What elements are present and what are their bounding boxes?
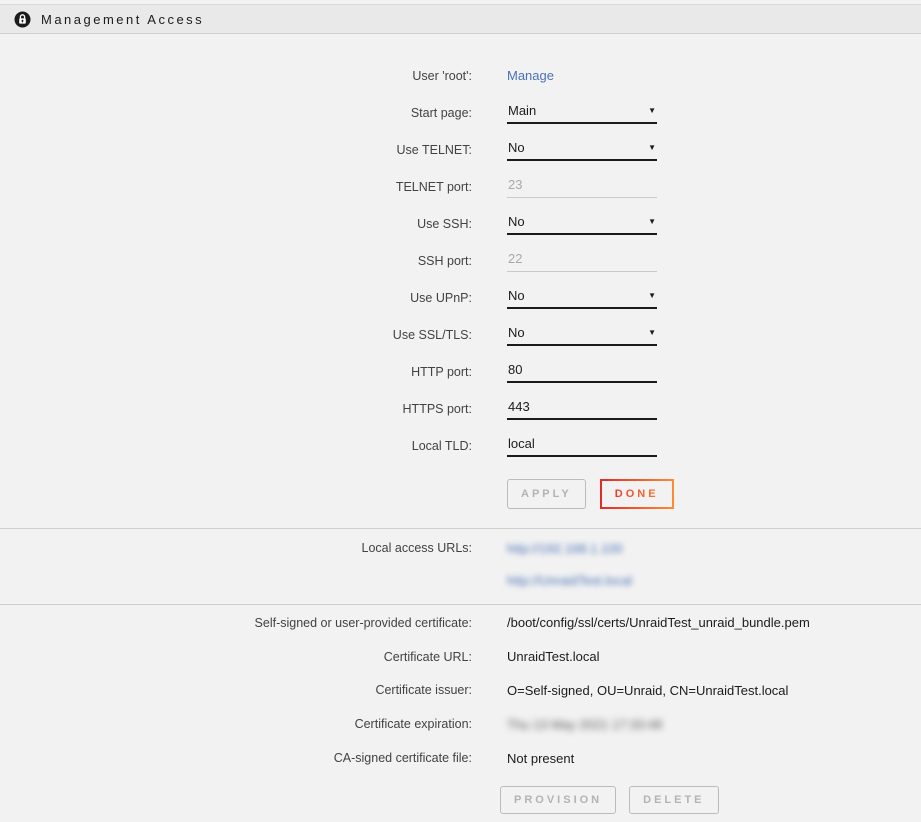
form-row-ssh-port: SSH port: [0, 242, 921, 279]
chevron-down-icon: ▼ [648, 218, 656, 226]
certificate-section: Self-signed or user-provided certificate… [0, 605, 921, 814]
form-row-start-page: Start page: Main ▼ [0, 94, 921, 131]
http-port-input[interactable] [507, 360, 657, 383]
cert-bundle-value: /boot/config/ssl/certs/UnraidTest_unraid… [472, 615, 921, 630]
use-ssh-label: Use SSH: [0, 217, 472, 231]
cert-expiration-value: Thu 13 May 2021 17:33:48 [507, 717, 662, 732]
use-ssh-value: No [508, 214, 525, 229]
start-page-label: Start page: [0, 106, 472, 120]
use-telnet-select[interactable]: No ▼ [507, 138, 657, 161]
certificate-buttons: PROVISION DELETE [500, 786, 921, 814]
cert-bundle-label: Self-signed or user-provided certificate… [0, 616, 472, 630]
form-row-use-ssl: Use SSL/TLS: No ▼ [0, 316, 921, 353]
user-root-label: User 'root': [0, 69, 472, 83]
use-telnet-value: No [508, 140, 525, 155]
section-titlebar: Management Access [0, 4, 921, 34]
local-access-url-ip[interactable]: http://192.168.1.100 [507, 541, 623, 556]
start-page-select[interactable]: Main ▼ [507, 101, 657, 124]
ssh-port-input [507, 249, 657, 272]
telnet-port-label: TELNET port: [0, 180, 472, 194]
ssh-port-label: SSH port: [0, 254, 472, 268]
manage-root-link[interactable]: Manage [507, 68, 554, 83]
form-row-use-telnet: Use TELNET: No ▼ [0, 131, 921, 168]
cert-row-expiration: Certificate expiration: Thu 13 May 2021 … [0, 707, 921, 741]
cert-issuer-value: O=Self-signed, OU=Unraid, CN=UnraidTest.… [472, 683, 921, 698]
use-ssh-select[interactable]: No ▼ [507, 212, 657, 235]
form-row-local-tld: Local TLD: [0, 427, 921, 464]
lock-circle-icon [14, 11, 31, 28]
start-page-value: Main [508, 103, 536, 118]
form-row-use-upnp: Use UPnP: No ▼ [0, 279, 921, 316]
use-upnp-label: Use UPnP: [0, 291, 472, 305]
local-access-row: http://UnraidTest.local [0, 563, 921, 597]
form-row-use-ssh: Use SSH: No ▼ [0, 205, 921, 242]
use-upnp-value: No [508, 288, 525, 303]
local-access-label: Local access URLs: [0, 541, 472, 555]
form-buttons: APPLY DONE [507, 479, 921, 509]
cert-url-value: UnraidTest.local [472, 649, 921, 664]
cert-url-label: Certificate URL: [0, 650, 472, 664]
form-row-https-port: HTTPS port: [0, 390, 921, 427]
local-access-section: Local access URLs: http://192.168.1.100 … [0, 529, 921, 604]
local-access-url-hostname[interactable]: http://UnraidTest.local [507, 573, 632, 588]
chevron-down-icon: ▼ [648, 329, 656, 337]
form-row-telnet-port: TELNET port: [0, 168, 921, 205]
cert-row-url: Certificate URL: UnraidTest.local [0, 640, 921, 674]
cert-issuer-label: Certificate issuer: [0, 683, 472, 697]
ca-file-label: CA-signed certificate file: [0, 751, 472, 765]
use-upnp-select[interactable]: No ▼ [507, 286, 657, 309]
cert-expiration-label: Certificate expiration: [0, 717, 472, 731]
chevron-down-icon: ▼ [648, 292, 656, 300]
https-port-label: HTTPS port: [0, 402, 472, 416]
apply-button[interactable]: APPLY [507, 479, 586, 509]
local-access-row: Local access URLs: http://192.168.1.100 [0, 533, 921, 563]
local-tld-label: Local TLD: [0, 439, 472, 453]
use-ssl-value: No [508, 325, 525, 340]
chevron-down-icon: ▼ [648, 144, 656, 152]
ca-file-value: Not present [472, 751, 921, 766]
telnet-port-input [507, 175, 657, 198]
use-ssl-label: Use SSL/TLS: [0, 328, 472, 342]
delete-button[interactable]: DELETE [629, 786, 718, 814]
use-ssl-select[interactable]: No ▼ [507, 323, 657, 346]
form-row-user-root: User 'root': Manage [0, 57, 921, 94]
done-button[interactable]: DONE [600, 479, 674, 509]
http-port-label: HTTP port: [0, 365, 472, 379]
use-telnet-label: Use TELNET: [0, 143, 472, 157]
chevron-down-icon: ▼ [648, 107, 656, 115]
page-title: Management Access [41, 12, 204, 27]
cert-row-issuer: Certificate issuer: O=Self-signed, OU=Un… [0, 674, 921, 708]
https-port-input[interactable] [507, 397, 657, 420]
cert-row-ca-file: CA-signed certificate file: Not present [0, 741, 921, 775]
form-row-http-port: HTTP port: [0, 353, 921, 390]
cert-row-bundle: Self-signed or user-provided certificate… [0, 606, 921, 640]
provision-button[interactable]: PROVISION [500, 786, 616, 814]
management-access-form: User 'root': Manage Start page: Main ▼ U… [0, 34, 921, 528]
local-tld-input[interactable] [507, 434, 657, 457]
